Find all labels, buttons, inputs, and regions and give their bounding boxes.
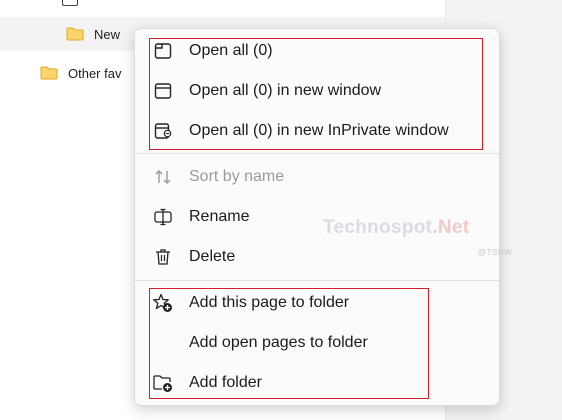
menu-item-label: Rename	[189, 208, 250, 225]
folder-label: Other fav	[68, 65, 122, 81]
folder-icon	[40, 66, 58, 80]
menu-item-delete[interactable]: Delete	[135, 238, 499, 276]
menu-item-label: Delete	[189, 248, 236, 265]
favorite-item-partial[interactable]	[62, 0, 78, 10]
folder-icon	[66, 27, 84, 41]
menu-item-sort-by-name[interactable]: Sort by name	[135, 158, 499, 196]
context-menu: Open all (0) Open all (0) in new window …	[134, 28, 512, 406]
menu-separator	[135, 280, 499, 281]
menu-item-label: Sort by name	[189, 168, 285, 185]
item-icon	[62, 0, 78, 6]
watermark-tag: @TSNW	[478, 248, 513, 257]
menu-item-rename[interactable]: Rename	[135, 198, 499, 236]
menu-separator	[135, 153, 499, 154]
folder-label: New	[94, 26, 121, 42]
trash-icon	[151, 245, 175, 269]
highlight-box-add-group	[149, 288, 429, 399]
favorite-folder-other[interactable]: Other fav	[40, 61, 121, 85]
sort-icon	[151, 165, 175, 189]
highlight-box-open-group	[149, 38, 483, 150]
rename-icon	[151, 205, 175, 229]
